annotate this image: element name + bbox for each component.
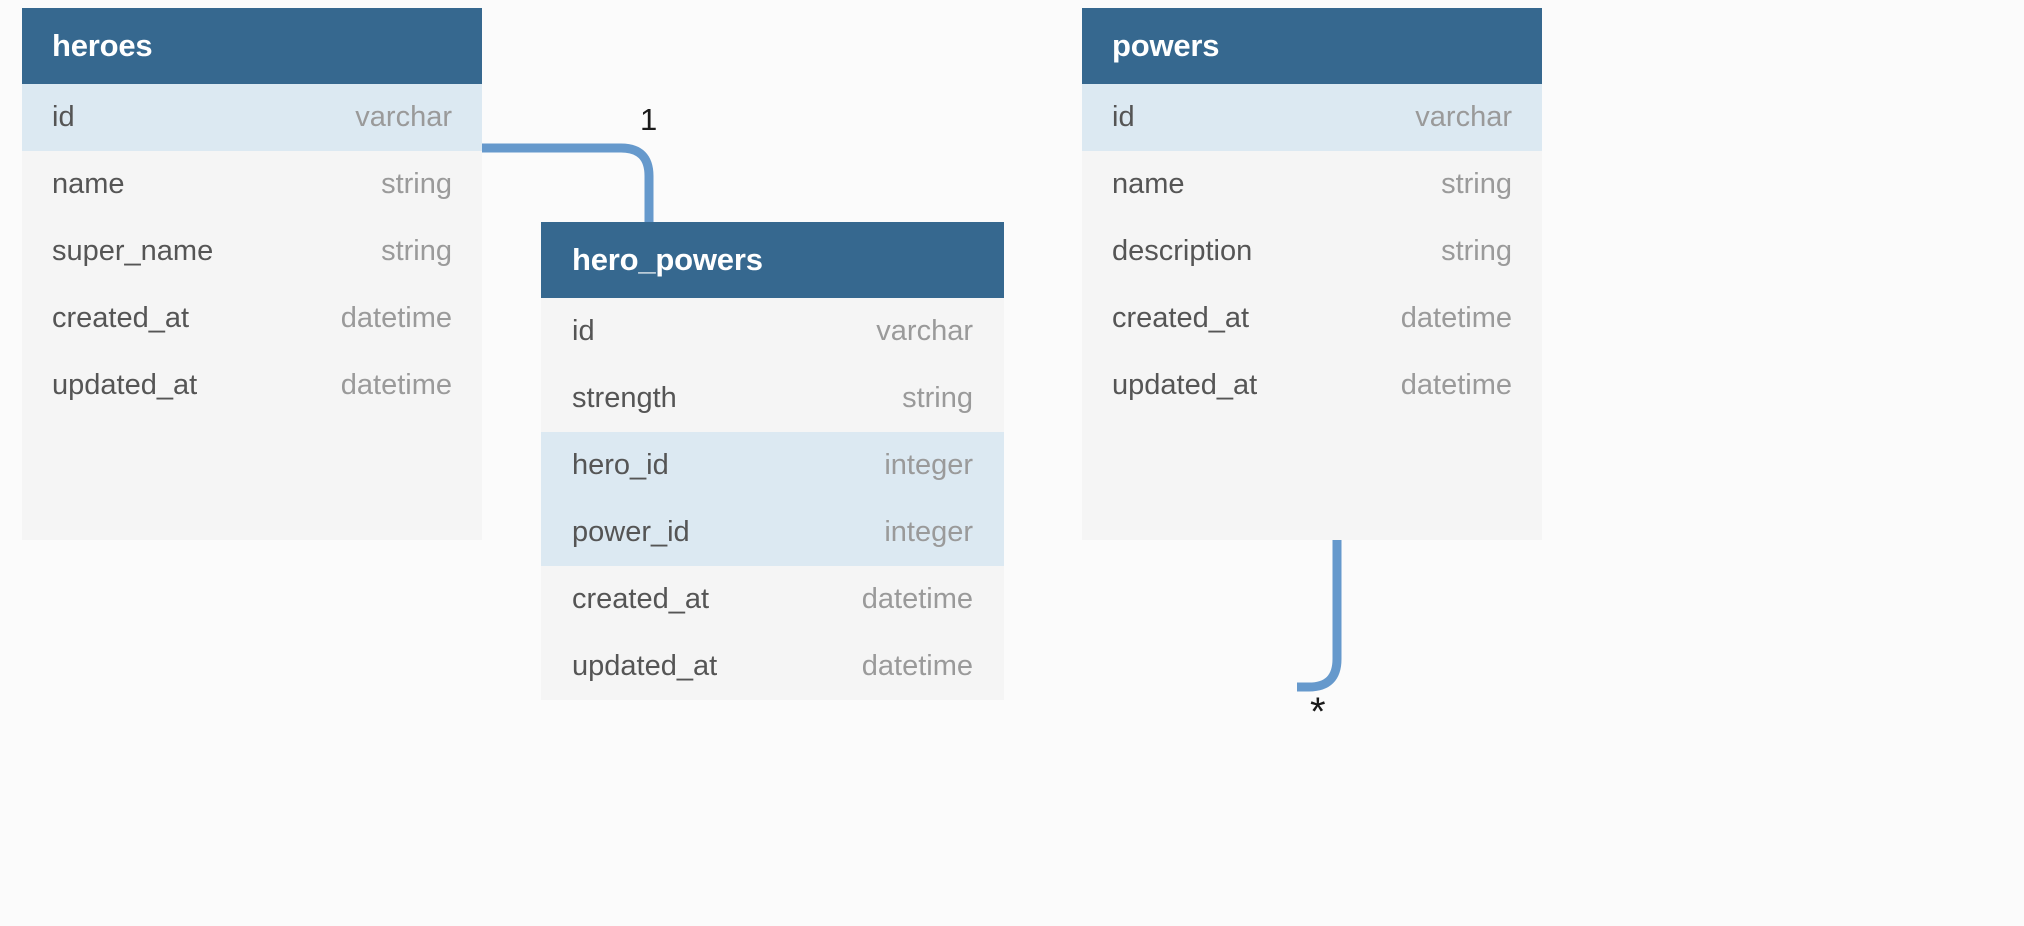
column-name: super_name xyxy=(52,235,214,267)
entity-title: hero_powers xyxy=(572,242,763,277)
entity-header-powers: powers xyxy=(1082,8,1542,84)
column-type: integer xyxy=(884,449,973,481)
column-type: varchar xyxy=(355,101,452,133)
column-row-hero-powers-id[interactable]: id varchar xyxy=(541,298,1004,365)
column-row-hero-powers-created-at[interactable]: created_at datetime xyxy=(541,566,1004,633)
column-name: updated_at xyxy=(572,650,718,682)
column-name: created_at xyxy=(52,302,190,334)
column-row-hero-powers-power-id[interactable]: power_id integer xyxy=(541,499,1004,566)
column-name: created_at xyxy=(572,583,710,615)
column-name: id xyxy=(52,101,75,133)
entity-table-hero-powers[interactable]: hero_powers id varchar strength string h… xyxy=(541,222,1004,700)
column-type: datetime xyxy=(1400,369,1512,401)
column-row-heroes-id[interactable]: id varchar xyxy=(22,84,482,151)
cardinality-hero-powers-many-right: * xyxy=(1310,690,1326,734)
column-type: string xyxy=(1441,168,1512,200)
column-row-powers-description[interactable]: description string xyxy=(1082,218,1542,285)
column-type: varchar xyxy=(876,315,973,347)
column-name: strength xyxy=(572,382,677,414)
column-name: created_at xyxy=(1112,302,1250,334)
column-row-hero-powers-hero-id[interactable]: hero_id integer xyxy=(541,432,1004,499)
column-name: updated_at xyxy=(52,369,198,401)
column-row-powers-updated-at[interactable]: updated_at datetime xyxy=(1082,352,1542,419)
column-type: datetime xyxy=(340,302,452,334)
diagram-canvas: 1 * 1 * heroes id varchar name string su… xyxy=(0,0,2024,926)
entity-header-heroes: heroes xyxy=(22,8,482,84)
column-type: string xyxy=(902,382,973,414)
column-name: updated_at xyxy=(1112,369,1258,401)
entity-columns-heroes: id varchar name string super_name string… xyxy=(22,84,482,419)
column-name: hero_id xyxy=(572,449,669,481)
column-name: id xyxy=(572,315,595,347)
entity-table-powers[interactable]: powers id varchar name string descriptio… xyxy=(1082,8,1542,540)
column-name: power_id xyxy=(572,516,690,548)
column-name: id xyxy=(1112,101,1135,133)
column-row-heroes-created-at[interactable]: created_at datetime xyxy=(22,285,482,352)
entity-title: powers xyxy=(1112,28,1220,63)
column-row-heroes-super-name[interactable]: super_name string xyxy=(22,218,482,285)
column-type: string xyxy=(381,235,452,267)
column-type: datetime xyxy=(340,369,452,401)
entity-table-heroes[interactable]: heroes id varchar name string super_name… xyxy=(22,8,482,540)
column-name: description xyxy=(1112,235,1253,267)
column-row-powers-created-at[interactable]: created_at datetime xyxy=(1082,285,1542,352)
column-row-powers-id[interactable]: id varchar xyxy=(1082,84,1542,151)
column-name: name xyxy=(52,168,125,200)
column-type: datetime xyxy=(861,583,973,615)
column-type: varchar xyxy=(1415,101,1512,133)
entity-title: heroes xyxy=(52,28,153,63)
column-type: datetime xyxy=(1400,302,1512,334)
column-name: name xyxy=(1112,168,1185,200)
column-type: string xyxy=(381,168,452,200)
cardinality-heroes-one: 1 xyxy=(640,102,658,137)
entity-columns-powers: id varchar name string description strin… xyxy=(1082,84,1542,419)
column-type: integer xyxy=(884,516,973,548)
column-type: datetime xyxy=(861,650,973,682)
column-row-heroes-name[interactable]: name string xyxy=(22,151,482,218)
column-type: string xyxy=(1441,235,1512,267)
entity-columns-hero-powers: id varchar strength string hero_id integ… xyxy=(541,298,1004,700)
entity-header-hero-powers: hero_powers xyxy=(541,222,1004,298)
column-row-hero-powers-strength[interactable]: strength string xyxy=(541,365,1004,432)
column-row-powers-name[interactable]: name string xyxy=(1082,151,1542,218)
column-row-heroes-updated-at[interactable]: updated_at datetime xyxy=(22,352,482,419)
column-row-hero-powers-updated-at[interactable]: updated_at datetime xyxy=(541,633,1004,700)
